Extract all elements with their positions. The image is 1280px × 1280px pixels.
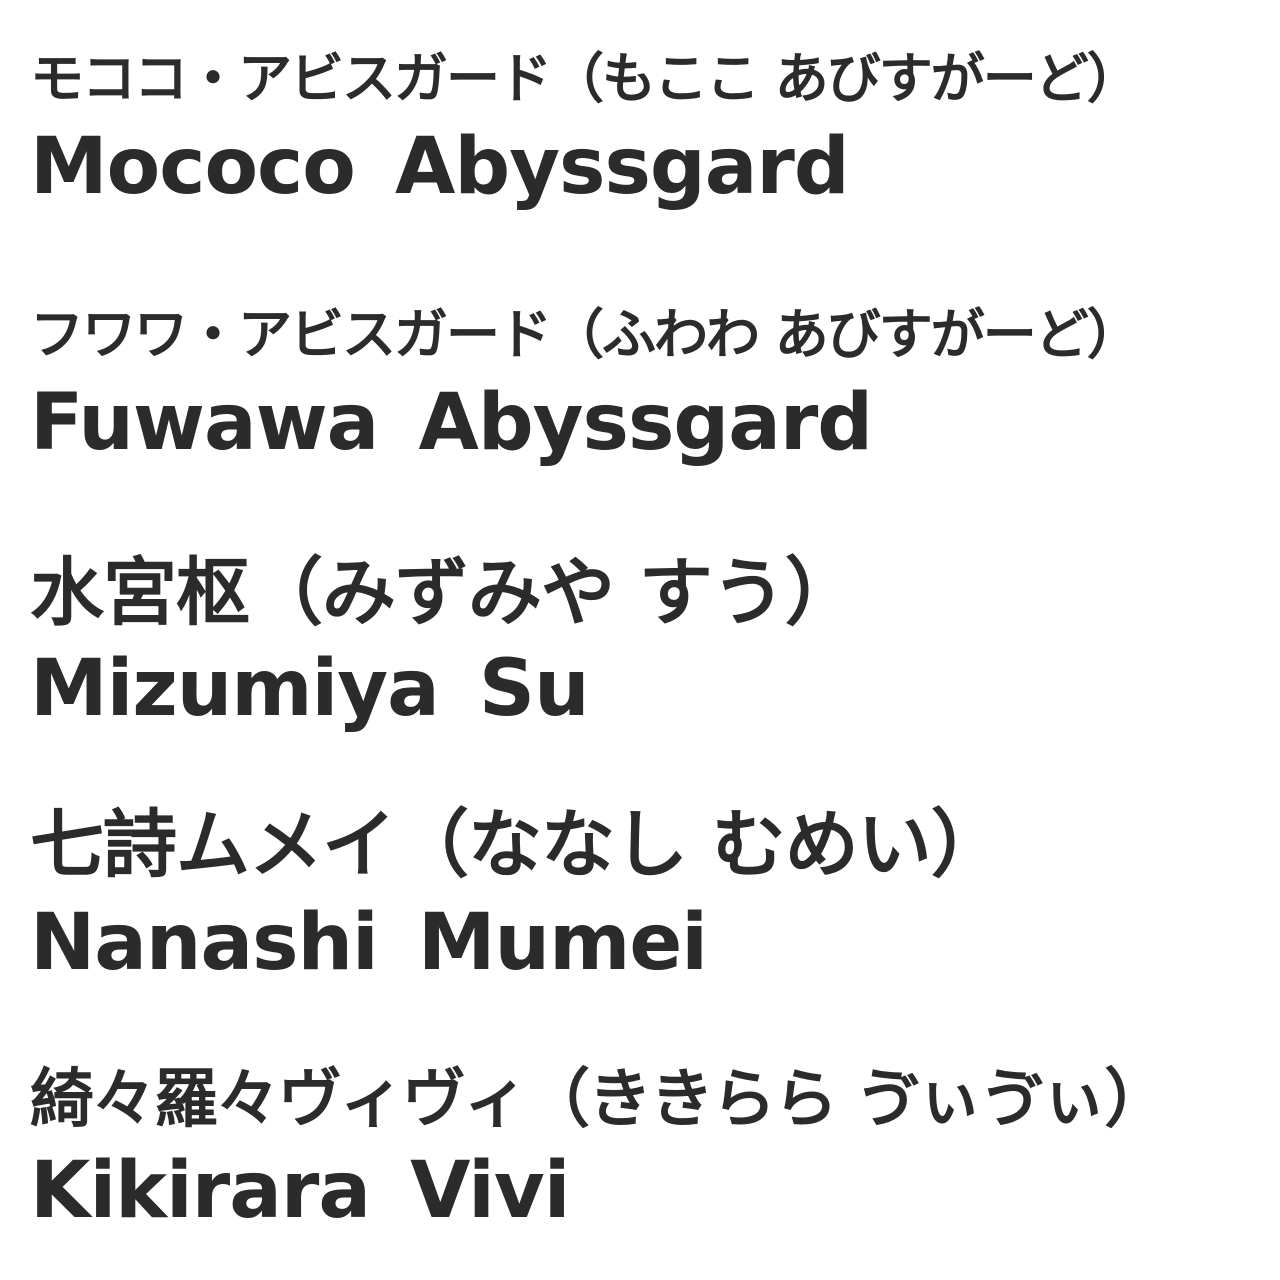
name-entry-vivi: 綺々羅々ヴィヴィ（ききらら ゔぃゔぃ） Kikirara Vivi	[30, 1068, 1270, 1230]
name-list: モココ・アビスガード（もここ あびすがーど） Mococo Abyssgard …	[0, 0, 1280, 1280]
kana-name: 水宮枢（みずみや すう）	[30, 550, 859, 636]
name-entry-su: 水宮枢（みずみや すう） Mizumiya Su	[30, 556, 1270, 728]
roman-name: Mizumiya Su	[30, 644, 590, 734]
name-entry-fuwawa: フワワ・アビスガード（ふわわ あびすがーど） Fuwawa Abyssgard	[30, 303, 1270, 468]
kana-name: フワワ・アビスガード（ふわわ あびすがーど）	[30, 303, 1141, 366]
roman-name: Kikirara Vivi	[30, 1146, 570, 1236]
kana-name: 七詩ムメイ（ななし むめい）	[30, 802, 1005, 888]
roman-name: Fuwawa Abyssgard	[30, 378, 873, 468]
roman-name: Nanashi Mumei	[30, 898, 708, 988]
kana-name: モココ・アビスガード（もここ あびすがーど）	[30, 47, 1141, 110]
roman-name: Mococo Abyssgard	[30, 122, 850, 212]
name-entry-mococo: モココ・アビスガード（もここ あびすがーど） Mococo Abyssgard	[30, 47, 1270, 212]
name-entry-mumei: 七詩ムメイ（ななし むめい） Nanashi Mumei	[30, 808, 1270, 982]
kana-name: 綺々羅々ヴィヴィ（ききらら ゔぃゔぃ）	[30, 1063, 1168, 1137]
